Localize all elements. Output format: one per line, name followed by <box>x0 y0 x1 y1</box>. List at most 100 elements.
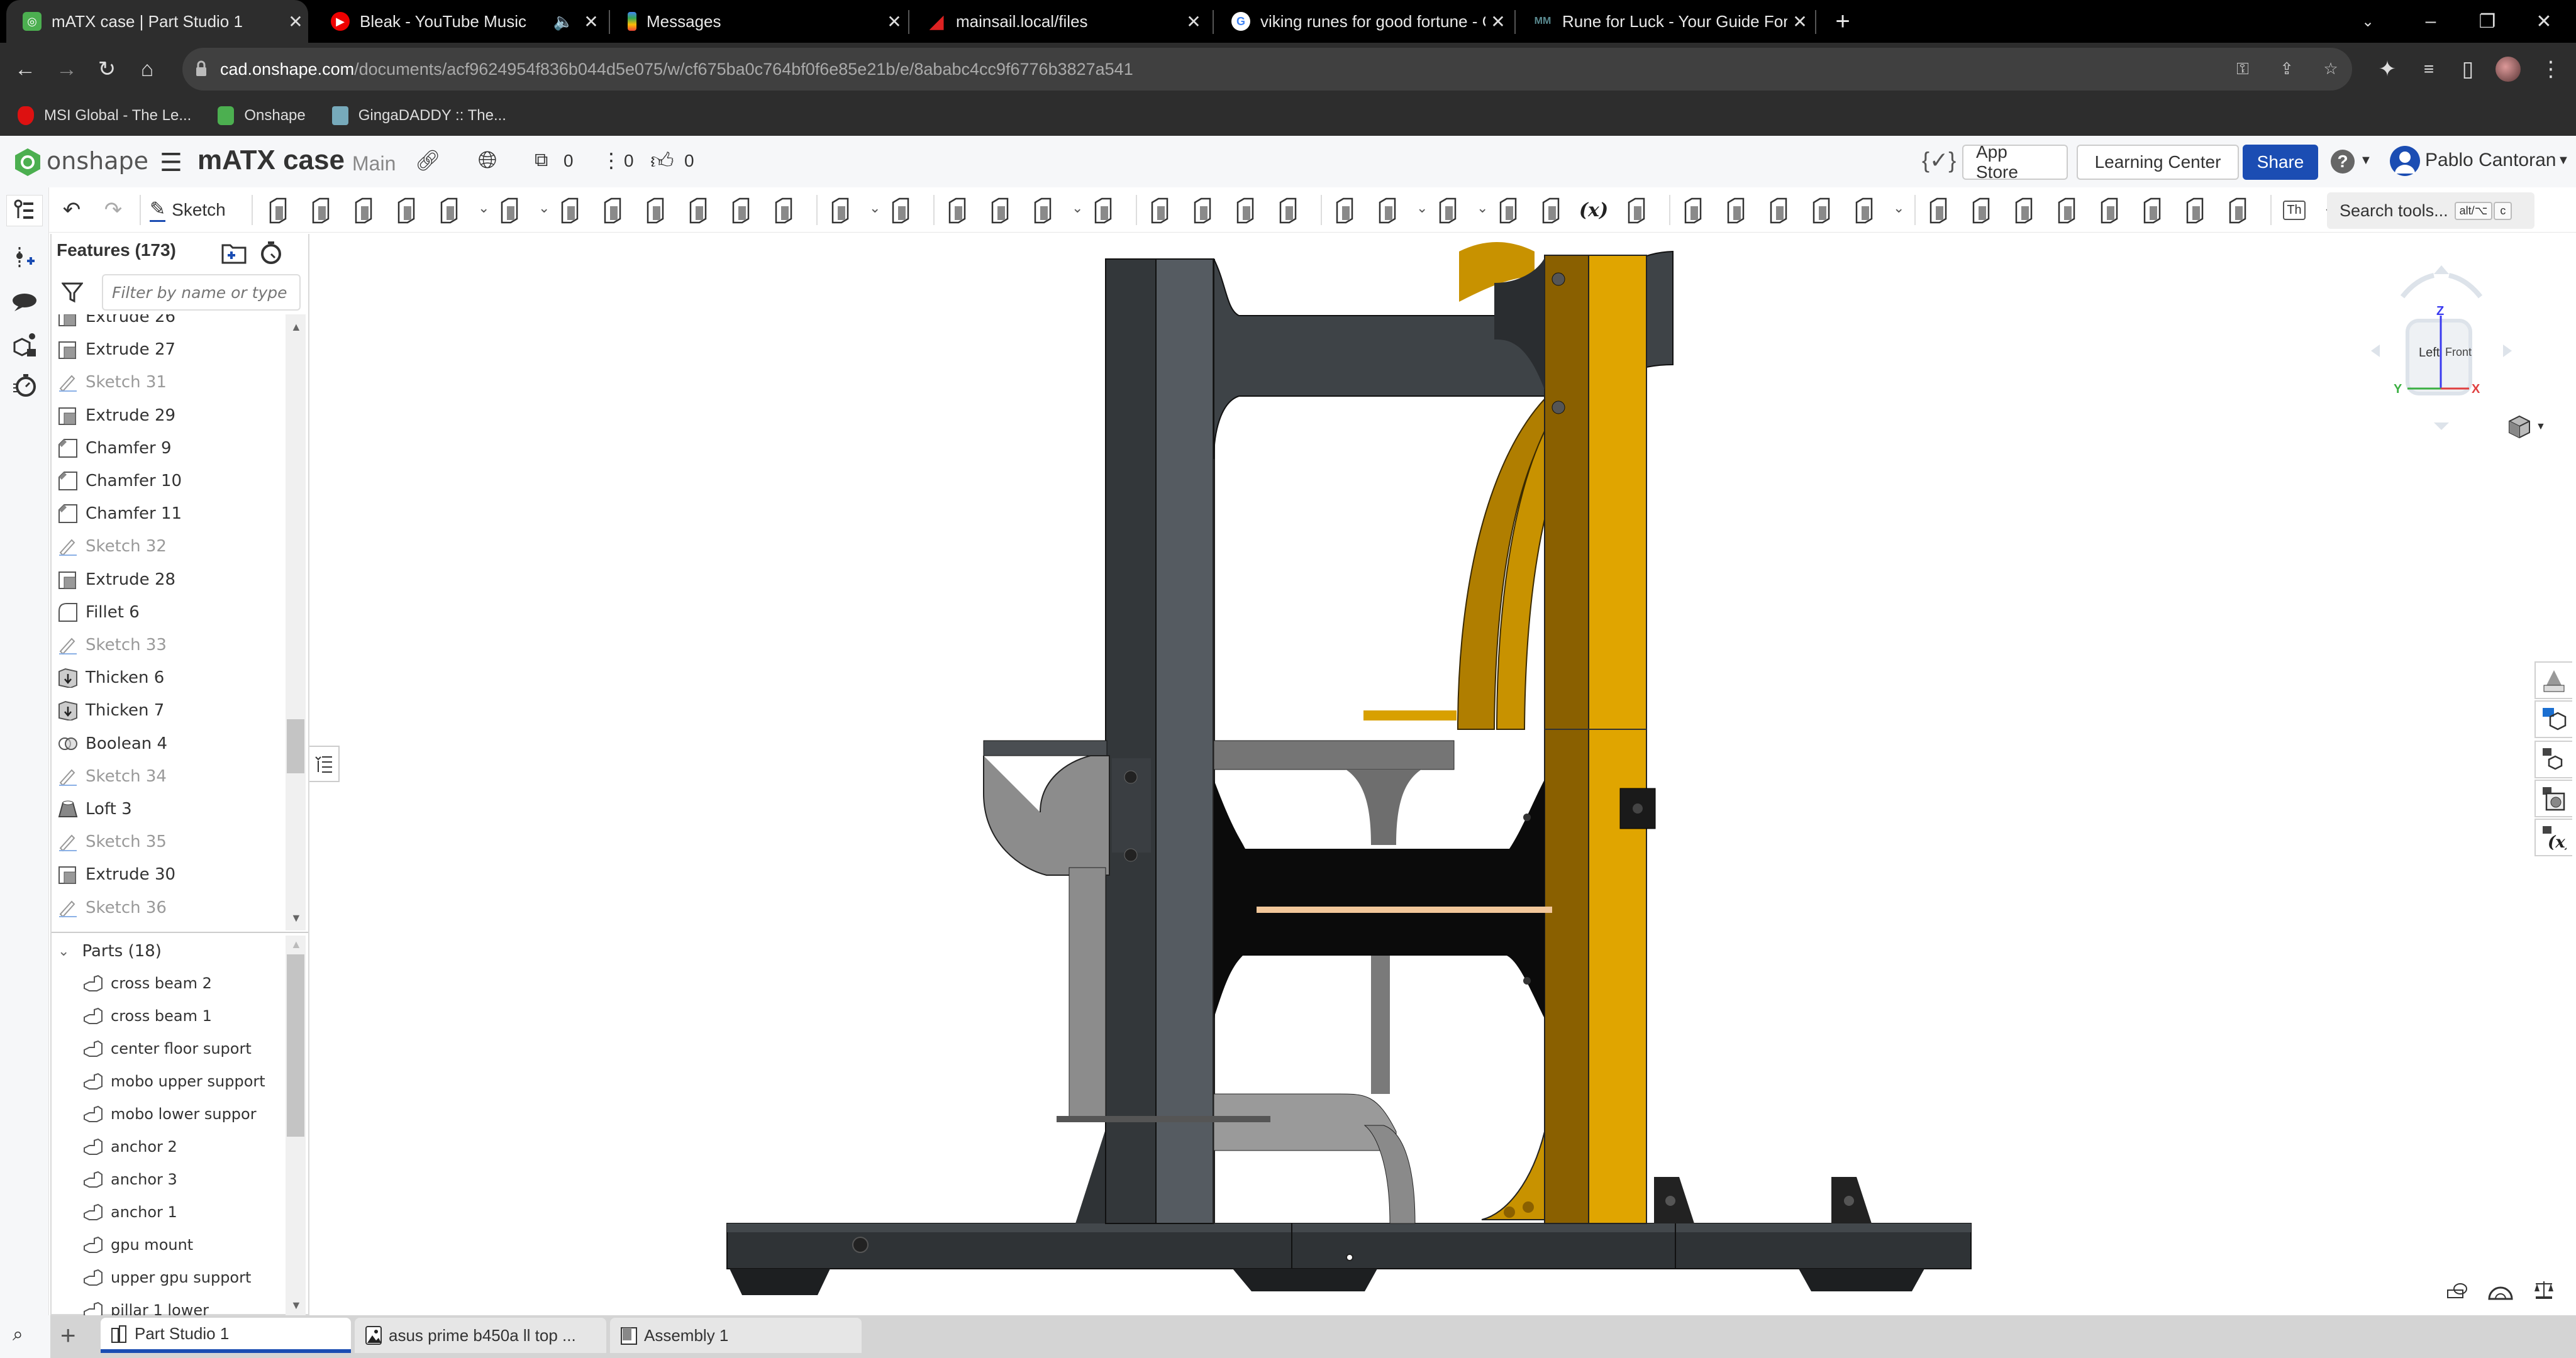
boolean-icon[interactable] <box>943 195 971 225</box>
feature-item[interactable]: Extrude 28 <box>58 563 175 596</box>
new-tab-button[interactable]: + <box>1824 0 1862 43</box>
thicken-icon[interactable] <box>435 195 463 225</box>
sketch-circle-icon[interactable] <box>1494 195 1522 225</box>
extrude-icon[interactable] <box>264 195 292 225</box>
frame-trim-icon[interactable] <box>1967 195 1995 225</box>
frame-profile-icon[interactable] <box>2138 195 2166 225</box>
reload-icon[interactable]: ↻ <box>91 53 123 86</box>
help-dropdown-icon[interactable]: ▼ <box>2360 153 2372 168</box>
chamfer-icon[interactable] <box>556 195 584 225</box>
back-icon[interactable]: ← <box>9 53 42 86</box>
base-frame[interactable] <box>726 1223 1972 1295</box>
fillet-icon[interactable] <box>496 195 523 225</box>
user-name[interactable]: Pablo Cantoran <box>2425 150 2556 171</box>
close-tab-icon[interactable]: ✕ <box>283 11 308 32</box>
restore-icon[interactable]: ❐ <box>2459 0 2516 43</box>
derived-icon[interactable] <box>1623 195 1650 225</box>
graphics-viewport[interactable]: Left Front Z Y X ▼ (x) <box>309 234 2576 1315</box>
pillar-right[interactable] <box>1481 255 1656 1224</box>
configurations-icon[interactable] <box>2534 741 2572 778</box>
close-tab-icon[interactable]: ✕ <box>882 11 907 32</box>
finish-icon[interactable] <box>2224 195 2251 225</box>
share-button[interactable]: Share <box>2243 145 2318 180</box>
link-icon[interactable]: 🔗︎ <box>415 148 441 172</box>
loft-icon[interactable] <box>392 195 420 225</box>
search-tools-input[interactable]: Search tools... alt/⌥ c <box>2327 192 2534 229</box>
extensions-icon[interactable]: ✦ <box>2371 53 2404 86</box>
extend-face-icon[interactable] <box>1231 195 1259 225</box>
user-avatar[interactable] <box>2390 146 2420 176</box>
feature-item[interactable]: Sketch 34 <box>58 760 167 793</box>
custom-table-icon[interactable]: (x) <box>2534 819 2572 856</box>
feature-item[interactable]: Fillet 6 <box>58 596 140 629</box>
search-tabs-icon[interactable]: ⌕ <box>13 1324 23 1345</box>
bookmark-gingadaddy[interactable]: GingaDADDY :: The... <box>331 106 506 125</box>
feature-item[interactable]: Thicken 6 <box>58 661 164 694</box>
browser-menu-icon[interactable]: ⋮ <box>2534 53 2567 86</box>
close-window-icon[interactable]: ✕ <box>2516 0 2572 43</box>
text-icon[interactable]: Th <box>2280 195 2308 225</box>
part-item[interactable]: center floor suport <box>83 1032 252 1065</box>
thicken-dropdown-icon[interactable]: ⌄ <box>478 200 489 216</box>
feature-item[interactable]: Extrude 27 <box>58 333 175 366</box>
like-icon[interactable]: 👍︎ <box>650 147 674 175</box>
variable-table-icon[interactable] <box>2534 780 2572 817</box>
sweep-icon[interactable] <box>350 195 377 225</box>
browser-tab-mainsail[interactable]: ◢ mainsail.local/files ✕ <box>911 0 1206 43</box>
rotate-right-icon[interactable] <box>2503 345 2512 357</box>
scroll-up-icon[interactable]: ▲ <box>291 321 302 334</box>
feature-item[interactable]: Extrude 29 <box>58 399 175 432</box>
feature-item[interactable]: Sketch 36 <box>58 892 167 924</box>
fillet-dropdown-icon[interactable]: ⌄ <box>538 200 550 216</box>
tab-assembly-1[interactable]: Assembly 1 <box>610 1318 862 1353</box>
sm-dropdown-icon[interactable]: ⌄ <box>1893 200 1904 216</box>
feature-list-scrollbar[interactable]: ▲ ▼ <box>286 314 306 930</box>
close-tab-icon[interactable]: ✕ <box>1485 11 1511 32</box>
hamburger-menu-icon[interactable]: ☰ <box>160 148 182 177</box>
feature-filter-input[interactable] <box>102 274 301 311</box>
comments-icon[interactable] <box>9 287 40 318</box>
scroll-down-icon[interactable]: ▼ <box>291 1299 302 1312</box>
feature-item[interactable]: Chamfer 10 <box>58 465 182 497</box>
feature-item[interactable]: Thicken 7 <box>58 694 164 727</box>
learning-center-button[interactable]: Learning Center <box>2077 145 2239 180</box>
split-icon[interactable] <box>986 195 1014 225</box>
feature-item[interactable]: Chamfer 11 <box>58 497 182 530</box>
view-cube-left-face[interactable]: Left <box>2419 346 2440 360</box>
versions-icon[interactable]: ⧉ <box>535 150 548 171</box>
pattern-dropdown-icon[interactable]: ⌄ <box>869 200 880 216</box>
close-tab-icon[interactable]: ✕ <box>1787 11 1813 32</box>
globe-icon[interactable]: 🌐︎ <box>478 147 497 174</box>
feature-item[interactable]: Sketch 32 <box>58 530 167 563</box>
variable-icon[interactable]: (x) <box>1579 195 1608 225</box>
feature-list-toggle-icon[interactable] <box>6 195 43 226</box>
part-item[interactable]: upper gpu support <box>83 1261 251 1294</box>
part-item[interactable]: pillar 1 lower <box>83 1294 209 1315</box>
protractor-icon[interactable] <box>2488 1283 2513 1303</box>
transform-icon[interactable] <box>1029 195 1057 225</box>
tab-image[interactable]: asus prime b450a ll top ... <box>355 1318 606 1353</box>
branch-label[interactable]: Main <box>352 152 396 175</box>
feature-item[interactable]: Boolean 4 <box>58 727 167 760</box>
redo-icon[interactable]: ↷ <box>99 195 127 225</box>
feature-item[interactable]: Extrude 26 <box>58 314 175 333</box>
sketch-button[interactable]: ✎ Sketch <box>150 195 238 225</box>
rollback-timer-icon[interactable] <box>259 240 283 265</box>
feature-item[interactable]: Extrude 30 <box>58 858 175 891</box>
bookmark-msi[interactable]: MSI Global - The Le... <box>18 106 191 125</box>
scroll-up-icon[interactable]: ▲ <box>291 938 302 951</box>
side-panel-icon[interactable]: ▯ <box>2451 53 2484 86</box>
featurescript-icon[interactable]: {✓} <box>1922 147 1956 174</box>
part-item[interactable]: cross beam 2 <box>83 967 212 1000</box>
sheet-metal-icon[interactable] <box>1679 195 1707 225</box>
undo-icon[interactable]: ↶ <box>58 195 86 225</box>
rib-icon[interactable] <box>641 195 669 225</box>
sm-finish-icon[interactable] <box>1807 195 1835 225</box>
tab-part-studio-1[interactable]: Part Studio 1 <box>101 1318 351 1353</box>
part-item[interactable]: mobo upper support <box>83 1065 265 1098</box>
browser-tab-rune-for-luck[interactable]: MM Rune for Luck - Your Guide For M ✕ <box>1517 0 1813 43</box>
parts-list-scrollbar[interactable]: ▲ ▼ <box>286 936 306 1315</box>
gusset-icon[interactable] <box>2010 195 2038 225</box>
browser-tab-google-search[interactable]: G viking runes for good fortune - G ✕ <box>1215 0 1511 43</box>
bookmark-onshape[interactable]: Onshape <box>218 106 306 125</box>
